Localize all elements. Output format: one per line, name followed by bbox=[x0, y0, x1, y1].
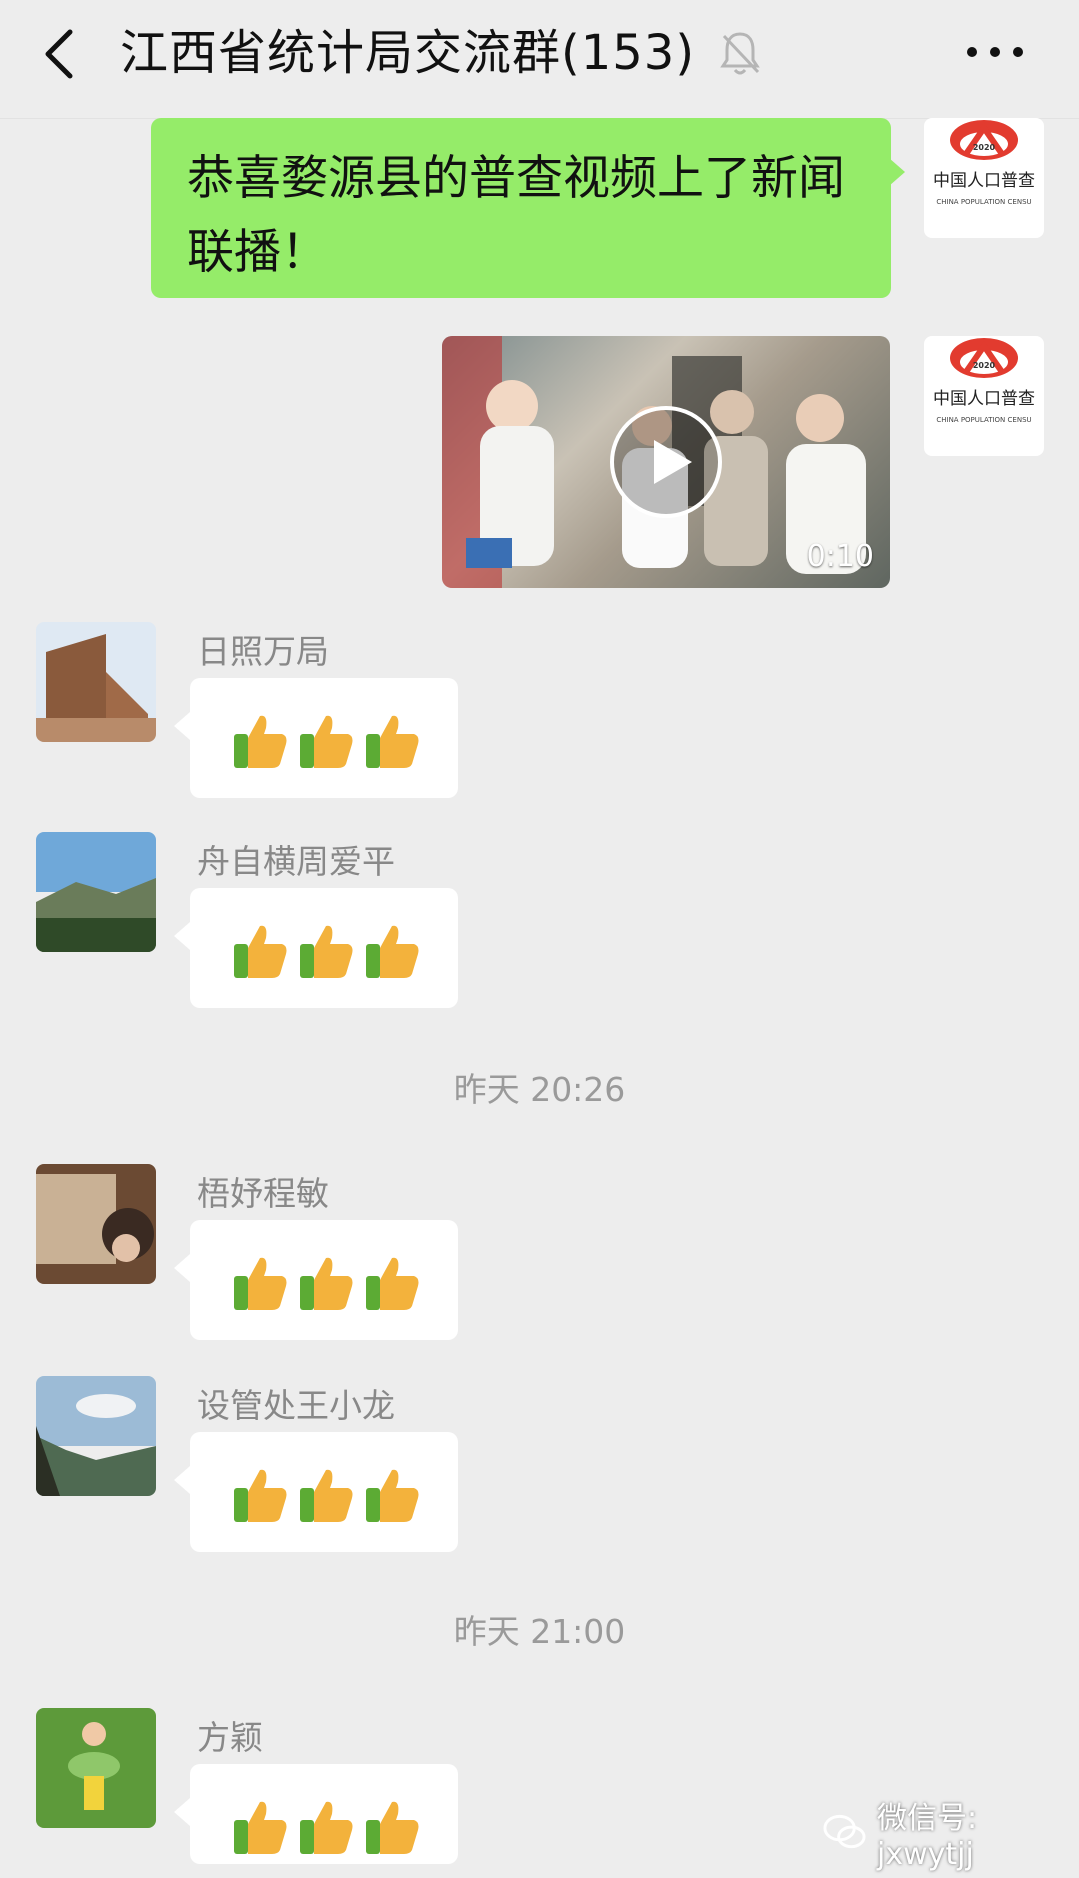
svg-text:2020: 2020 bbox=[973, 361, 996, 370]
avatar[interactable]: 2020 中国人口普查 CHINA POPULATION CENSU bbox=[924, 336, 1044, 456]
avatar[interactable] bbox=[36, 1708, 156, 1828]
thumbs-up-icon bbox=[366, 925, 419, 978]
chat-header: 江西省统计局交流群(153) bbox=[0, 0, 1079, 119]
chevron-left-icon bbox=[45, 29, 73, 79]
thumbs-up-icon bbox=[234, 1257, 287, 1310]
thumbs-up-icon bbox=[234, 1801, 287, 1854]
thumbs-up-emojis bbox=[230, 1794, 422, 1858]
thumbs-up-emojis bbox=[230, 1250, 422, 1314]
thumbs-up-icon bbox=[300, 1801, 353, 1854]
avatar[interactable] bbox=[36, 1376, 156, 1496]
incoming-bubble[interactable] bbox=[174, 678, 458, 798]
thumbs-up-icon bbox=[366, 1469, 419, 1522]
incoming-bubble[interactable] bbox=[174, 1432, 458, 1552]
incoming-bubble[interactable] bbox=[174, 1220, 458, 1340]
incoming-bubble[interactable] bbox=[174, 1764, 458, 1864]
play-button[interactable] bbox=[608, 404, 724, 520]
landscape-photo-icon bbox=[36, 832, 156, 952]
sender-name: 舟自横周爱平 bbox=[197, 842, 395, 881]
svg-text:2020: 2020 bbox=[973, 143, 996, 152]
outgoing-message-text: 恭喜婺源县的普查视频上了新闻联播！ bbox=[187, 151, 845, 280]
thumbs-up-icon bbox=[366, 1257, 419, 1310]
thumbs-up-icon bbox=[300, 925, 353, 978]
person-photo-icon bbox=[36, 1164, 156, 1284]
sender-name: 梧妤程敏 bbox=[197, 1174, 329, 1213]
timestamp: 昨天 21:00 bbox=[453, 1612, 626, 1651]
avatar[interactable] bbox=[36, 1164, 156, 1284]
more-dots-icon bbox=[967, 47, 1023, 57]
svg-text:中国人口普查: 中国人口普查 bbox=[933, 171, 1035, 191]
thumbs-up-icon bbox=[366, 1801, 419, 1854]
thumbs-up-icon bbox=[234, 925, 287, 978]
thumbs-up-icon bbox=[366, 715, 419, 768]
census-logo-icon: 2020 中国人口普查 CHINA POPULATION CENSU bbox=[933, 120, 1035, 206]
avatar[interactable] bbox=[36, 622, 156, 742]
sender-name: 日照万局 bbox=[197, 632, 329, 671]
mountain-photo-icon bbox=[36, 1376, 156, 1496]
building-photo-icon bbox=[36, 622, 156, 742]
sender-name: 设管处王小龙 bbox=[197, 1386, 395, 1425]
avatar[interactable] bbox=[36, 832, 156, 952]
outgoing-text-bubble[interactable]: 恭喜婺源县的普查视频上了新闻联播！ bbox=[151, 118, 905, 298]
thumbs-up-icon bbox=[234, 1469, 287, 1522]
avatar[interactable]: 2020 中国人口普查 CHINA POPULATION CENSU bbox=[924, 118, 1044, 238]
thumbs-up-icon bbox=[234, 715, 287, 768]
timestamp: 昨天 20:26 bbox=[453, 1070, 626, 1109]
svg-text:CHINA POPULATION CENSU: CHINA POPULATION CENSU bbox=[936, 198, 1031, 206]
census-logo-icon: 2020 中国人口普查 CHINA POPULATION CENSU bbox=[933, 338, 1035, 424]
wechat-watermark: 微信号: jxwytjj bbox=[822, 1801, 1079, 1872]
thumbs-up-icon bbox=[300, 715, 353, 768]
thumbs-up-icon bbox=[300, 1257, 353, 1310]
bell-off-icon bbox=[718, 28, 762, 78]
chat-title: 江西省统计局交流群(153) bbox=[120, 25, 696, 81]
thumbs-up-emojis bbox=[230, 1462, 422, 1526]
thumbs-up-emojis bbox=[230, 918, 422, 982]
thumbs-up-emojis bbox=[230, 708, 422, 772]
sender-name: 方颖 bbox=[197, 1718, 263, 1757]
video-message[interactable]: 0:10 bbox=[442, 336, 890, 588]
watermark-text: 微信号: jxwytjj bbox=[877, 1800, 978, 1872]
more-options-button[interactable] bbox=[960, 30, 1030, 74]
svg-text:中国人口普查: 中国人口普查 bbox=[933, 389, 1035, 409]
play-icon bbox=[610, 406, 722, 518]
thumbs-up-icon bbox=[300, 1469, 353, 1522]
video-duration: 0:10 bbox=[806, 539, 874, 574]
back-button[interactable] bbox=[36, 18, 86, 88]
wechat-icon bbox=[823, 1814, 866, 1849]
child-photo-icon bbox=[36, 1708, 156, 1828]
incoming-bubble[interactable] bbox=[174, 888, 458, 1008]
svg-text:CHINA POPULATION CENSU: CHINA POPULATION CENSU bbox=[936, 416, 1031, 424]
